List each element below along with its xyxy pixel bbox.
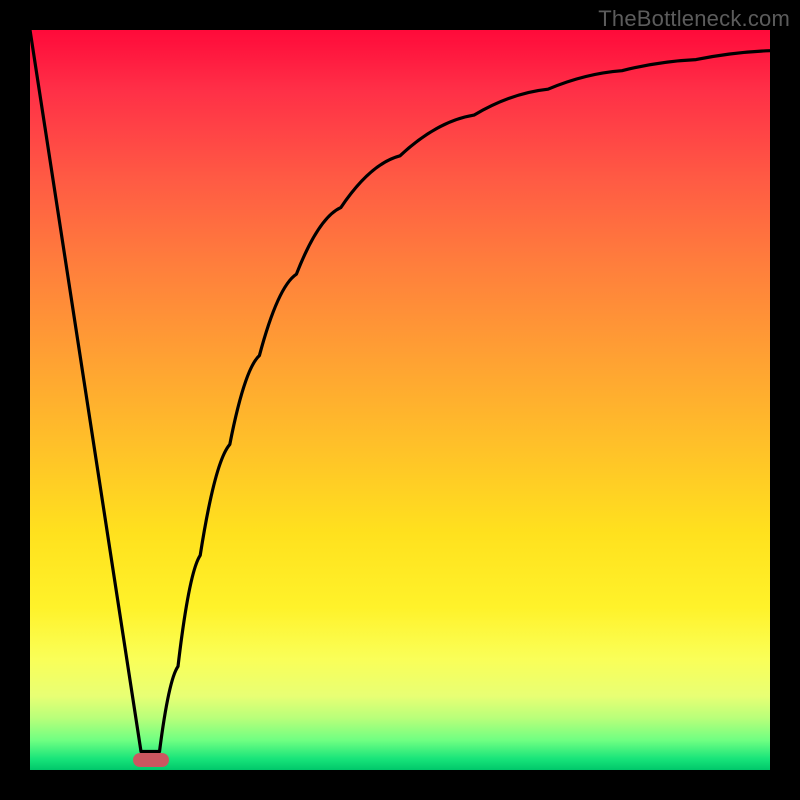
curve-layer — [30, 30, 770, 770]
min-marker — [133, 753, 169, 767]
curve-path — [30, 30, 770, 752]
plot-area — [30, 30, 770, 770]
chart-frame: TheBottleneck.com — [0, 0, 800, 800]
watermark-text: TheBottleneck.com — [598, 6, 790, 32]
